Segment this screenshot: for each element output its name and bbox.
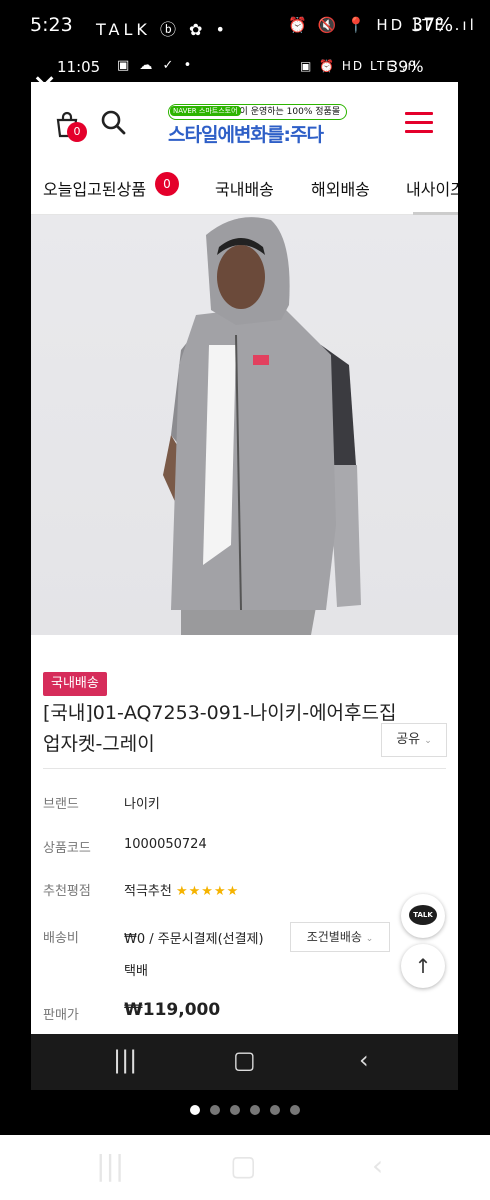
- rating-value: 적극추천 ★★★★★: [124, 880, 239, 899]
- home-icon[interactable]: ▢: [233, 1046, 256, 1074]
- shipping-fee-label: 배송비: [43, 931, 79, 946]
- share-label: 공유: [396, 732, 421, 747]
- price-value: ₩119,000: [124, 1000, 221, 1020]
- inner-status-time: 11:05: [57, 58, 101, 76]
- menu-icon[interactable]: [405, 112, 433, 134]
- site-logo[interactable]: 홍길이 운영하는 100% 정품몰 NAVER 스마트스토어 스타일에변화를:주…: [168, 104, 348, 146]
- shipping-fee-value: ₩0 / 주문시결제(선결제): [124, 932, 264, 947]
- product-image[interactable]: [31, 215, 458, 635]
- chevron-down-icon: ⌄: [424, 736, 432, 746]
- outer-status-bar: 5:23 TALK ⓑ ✿ • ⏰ 🔇 📍 HD LTE .ıl 37%: [0, 0, 490, 52]
- brand-label: 브랜드: [43, 797, 79, 812]
- logo-wordmark: 스타일에변화를:주다: [168, 124, 324, 146]
- pager-dot[interactable]: [250, 1105, 260, 1115]
- category-tabs: 오늘입고된상품 국내배송 해외배송 내사이즈: [31, 162, 458, 215]
- shipping-condition-button[interactable]: 조건별배송 ⌄: [290, 922, 390, 952]
- brand-value: 나이키: [124, 797, 160, 812]
- share-button[interactable]: 공유 ⌄: [381, 723, 447, 757]
- image-pager-dots: [0, 1100, 490, 1115]
- recent-apps-icon[interactable]: |||: [113, 1046, 137, 1074]
- outer-battery-level: 37%: [411, 14, 454, 36]
- pager-dot[interactable]: [230, 1105, 240, 1115]
- pager-dot[interactable]: [210, 1105, 220, 1115]
- product-code-label: 상품코드: [43, 841, 91, 856]
- divider: [43, 768, 446, 769]
- outer-navigation-bar: ||| ▢ ‹: [0, 1135, 490, 1200]
- shipping-method: 택배: [124, 964, 148, 979]
- pager-dot[interactable]: [270, 1105, 280, 1115]
- tab-domestic[interactable]: 국내배송: [215, 176, 274, 200]
- inner-notification-icons: ▣ ☁ ✓ •: [117, 58, 195, 73]
- naver-store-badge: NAVER 스마트스토어: [170, 106, 241, 116]
- product-title: [국내]01-AQ7253-091-나이키-에어후드집업자켓-그레이: [43, 702, 397, 755]
- pager-dot[interactable]: [290, 1105, 300, 1115]
- rating-stars: ★★★★★: [175, 884, 240, 899]
- tab-today-arrivals[interactable]: 오늘입고된상품: [43, 176, 146, 200]
- tab-my-size[interactable]: 내사이즈: [406, 176, 458, 200]
- back-icon[interactable]: ‹: [359, 1046, 369, 1074]
- shipping-category-badge: 국내배송: [43, 672, 107, 696]
- product-photo-illustration: [163, 217, 361, 635]
- shipping-condition-label: 조건별배송: [306, 930, 362, 944]
- today-arrivals-count-badge: 0: [155, 172, 179, 196]
- back-icon[interactable]: ‹: [372, 1149, 383, 1182]
- search-icon[interactable]: [99, 108, 127, 136]
- product-code-value: 1000050724: [124, 837, 207, 852]
- recent-apps-icon[interactable]: |||: [96, 1149, 124, 1182]
- inner-status-bar: 11:05 ▣ ☁ ✓ • ▣ ⏰ HD LTE .ıl 39%: [30, 52, 458, 82]
- rating-label: 추천평점: [43, 884, 91, 899]
- chevron-down-icon: ⌄: [365, 934, 374, 944]
- outer-status-time: 5:23: [30, 14, 73, 36]
- pager-dot[interactable]: [190, 1105, 200, 1115]
- tab-overseas[interactable]: 해외배송: [311, 176, 370, 200]
- site-header: 0 홍길이 운영하는 100% 정품몰 NAVER 스마트스토어 스타일에변화를…: [31, 82, 458, 162]
- inner-battery-level: 39%: [388, 57, 424, 76]
- price-label: 판매가: [43, 1008, 79, 1023]
- outer-notification-icons: TALK ⓑ ✿ •: [96, 20, 229, 39]
- cart-count-badge: 0: [67, 122, 87, 142]
- kakaotalk-chat-button[interactable]: TALK: [401, 894, 445, 938]
- inner-navigation-bar: ||| ▢ ‹: [31, 1034, 458, 1090]
- home-icon[interactable]: ▢: [230, 1149, 256, 1182]
- rating-text: 적극추천: [124, 884, 172, 899]
- scroll-to-top-button[interactable]: ↑: [401, 944, 445, 988]
- shop-page: 0 홍길이 운영하는 100% 정품몰 NAVER 스마트스토어 스타일에변화를…: [31, 82, 458, 1034]
- talk-icon: TALK: [409, 905, 437, 925]
